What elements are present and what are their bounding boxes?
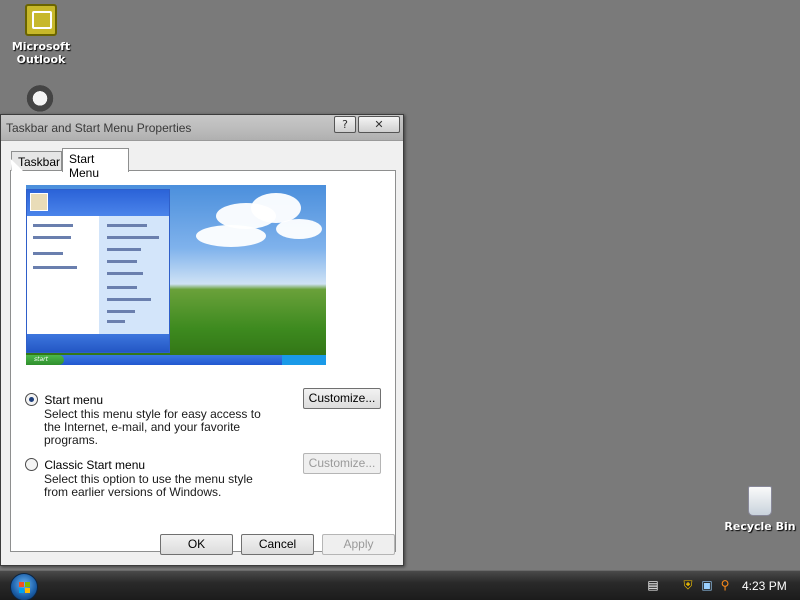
network-icon[interactable]: ▣: [700, 578, 714, 592]
help-button[interactable]: ?: [334, 116, 356, 133]
close-button[interactable]: ✕: [358, 116, 400, 133]
desktop-icon-outlook[interactable]: Microsoft Outlook: [1, 4, 81, 66]
taskbar-clock[interactable]: 4:23 PM: [742, 579, 787, 593]
taskbar-start-menu-properties-dialog: Taskbar and Start Menu Properties ? ✕ Ta…: [0, 114, 404, 566]
radio-label: Classic Start menu: [44, 457, 146, 472]
customize-start-menu-button[interactable]: Customize...: [303, 388, 381, 409]
taskbar: ▤ ⛨ ▣ ⚲ 4:23 PM: [0, 570, 800, 600]
ok-button[interactable]: OK: [160, 534, 233, 555]
dialog-client-area: Taskbar Start Menu start Start menu Sele…: [1, 141, 403, 565]
radio-classic-start-menu[interactable]: Classic Start menu: [25, 457, 145, 472]
tab-start-menu[interactable]: Start Menu: [62, 148, 129, 180]
customize-classic-button[interactable]: Customize...: [303, 453, 381, 474]
preview-start-button: start: [26, 355, 64, 365]
preview-start-menu: [26, 189, 170, 353]
help-icon: ?: [342, 118, 348, 131]
desktop-icon-label: Recycle Bin: [724, 520, 796, 533]
keyboard-icon[interactable]: ▤: [646, 578, 660, 592]
radio-label: Start menu: [44, 392, 104, 407]
tab-panel-start-menu: start Start menu Select this menu style …: [10, 170, 396, 552]
desktop-icon-recycle-bin[interactable]: Recycle Bin: [720, 486, 800, 533]
radio-button-checked[interactable]: [25, 393, 38, 407]
start-menu-preview-image: start: [26, 185, 326, 365]
option-description: Select this option to use the menu style…: [44, 472, 253, 499]
cancel-button[interactable]: Cancel: [241, 534, 314, 555]
radio-start-menu[interactable]: Start menu: [25, 392, 103, 407]
outlook-icon: [25, 4, 57, 36]
recycle-bin-icon: [748, 486, 772, 516]
title-bar[interactable]: Taskbar and Start Menu Properties ? ✕: [1, 115, 403, 141]
option-description: Select this menu style for easy access t…: [44, 407, 261, 447]
apply-button[interactable]: Apply: [322, 534, 395, 555]
radio-button-unchecked[interactable]: [25, 458, 38, 472]
search-icon[interactable]: ⚲: [718, 578, 732, 592]
window-title: Taskbar and Start Menu Properties: [6, 121, 192, 135]
security-shield-icon[interactable]: ⛨: [681, 578, 695, 592]
start-button[interactable]: [10, 573, 38, 600]
close-icon: ✕: [374, 118, 384, 131]
desktop-icon-label: Microsoft Outlook: [11, 40, 71, 66]
preview-taskbar: start: [26, 355, 326, 365]
raccoon-shortcut-icon: [24, 84, 56, 116]
